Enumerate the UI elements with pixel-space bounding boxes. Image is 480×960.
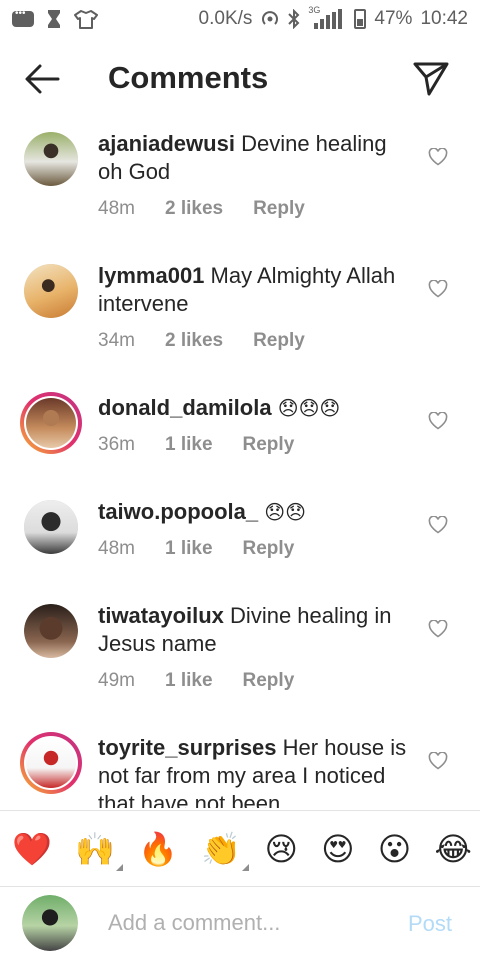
heart-emoji-button[interactable]: ❤️ bbox=[12, 833, 52, 865]
crying-emoji-button[interactable]: 😢 bbox=[265, 833, 298, 865]
heart-icon[interactable] bbox=[428, 752, 448, 770]
comment-time: 48m bbox=[98, 538, 135, 559]
heart-icon[interactable] bbox=[428, 412, 448, 430]
comment-likes[interactable]: 1 like bbox=[165, 434, 213, 456]
reply-button[interactable]: Reply bbox=[253, 198, 305, 220]
post-button[interactable]: Post bbox=[408, 911, 452, 937]
clock: 10:42 bbox=[420, 8, 468, 29]
header: Comments bbox=[0, 46, 480, 112]
reply-button[interactable]: Reply bbox=[243, 538, 295, 560]
message-notification-icon bbox=[12, 8, 34, 27]
comment-text: lymma001 May Almighty Allah intervene bbox=[98, 262, 416, 318]
bluetooth-icon bbox=[288, 9, 300, 29]
status-bar: 0.0K/s 3G 47% 10:42 bbox=[0, 0, 480, 38]
comment-text: tiwatayoilux Divine healing in Jesus nam… bbox=[98, 602, 416, 658]
comment-username[interactable]: toyrite_surprises bbox=[98, 735, 277, 760]
emoji-reaction-bar: ❤️ 🙌 🔥 👏 😢 😍 😮 😂 bbox=[0, 810, 480, 886]
skin-tone-indicator bbox=[115, 863, 123, 871]
comment-time: 34m bbox=[98, 330, 135, 351]
clapping-emoji-button[interactable]: 👏 bbox=[201, 830, 250, 871]
avatar[interactable] bbox=[24, 264, 78, 318]
comment-text: ajaniadewusi Devine healing oh God bbox=[98, 130, 416, 186]
comment-meta: 49m 1 like Reply bbox=[98, 670, 294, 692]
self-avatar bbox=[22, 895, 78, 951]
comment-time: 48m bbox=[98, 198, 135, 219]
comment-username[interactable]: tiwatayoilux bbox=[98, 603, 224, 628]
comment-text: donald_damilola 😞😞😞 bbox=[98, 394, 416, 423]
comment-time: 36m bbox=[98, 434, 135, 455]
shirt-icon bbox=[74, 10, 98, 29]
comment-likes[interactable]: 2 likes bbox=[165, 330, 223, 352]
comment-composer: Post bbox=[0, 886, 480, 960]
heart-icon[interactable] bbox=[428, 280, 448, 298]
raised-hands-emoji: 🙌 bbox=[75, 830, 115, 867]
heart-icon[interactable] bbox=[428, 516, 448, 534]
fire-emoji-button[interactable]: 🔥 bbox=[138, 833, 178, 865]
comment-text: toyrite_surprises Her house is not far f… bbox=[98, 734, 416, 808]
heart-eyes-emoji-button[interactable]: 😍 bbox=[321, 833, 354, 865]
comment-username[interactable]: donald_damilola bbox=[98, 395, 272, 420]
comment-likes[interactable]: 1 like bbox=[165, 538, 213, 560]
avatar[interactable] bbox=[24, 132, 78, 186]
comments-list[interactable]: ajaniadewusi Devine healing oh God 48m 2… bbox=[0, 124, 480, 808]
hourglass-icon bbox=[48, 10, 60, 28]
avatar-story-ring[interactable] bbox=[20, 732, 82, 794]
comment-meta: 34m 2 likes Reply bbox=[98, 330, 305, 352]
skin-tone-indicator bbox=[242, 863, 250, 871]
comment-input[interactable] bbox=[108, 905, 388, 941]
reply-button[interactable]: Reply bbox=[243, 434, 295, 456]
avatar-story-ring[interactable] bbox=[20, 392, 82, 454]
comment-time: 49m bbox=[98, 670, 135, 691]
battery-level: 47% bbox=[374, 8, 413, 29]
comment-message: 😞😞 bbox=[264, 502, 306, 524]
network-speed: 0.0K/s bbox=[198, 8, 253, 29]
comment-username[interactable]: ajaniadewusi bbox=[98, 131, 235, 156]
back-arrow-icon[interactable] bbox=[22, 62, 62, 96]
comment-likes[interactable]: 2 likes bbox=[165, 198, 223, 220]
signal-icon: 3G bbox=[308, 5, 346, 29]
avatar[interactable] bbox=[24, 500, 78, 554]
send-direct-icon[interactable] bbox=[412, 60, 450, 98]
reply-button[interactable]: Reply bbox=[243, 670, 295, 692]
comment-username[interactable]: lymma001 bbox=[98, 263, 204, 288]
avatar[interactable] bbox=[24, 604, 78, 658]
reply-button[interactable]: Reply bbox=[253, 330, 305, 352]
surprised-emoji-button[interactable]: 😮 bbox=[378, 833, 411, 865]
comment-meta: 48m 2 likes Reply bbox=[98, 198, 305, 220]
comment-meta: 48m 1 like Reply bbox=[98, 538, 294, 560]
battery-icon bbox=[354, 9, 367, 29]
comment-text: taiwo.popoola_ 😞😞 bbox=[98, 498, 416, 527]
tears-of-joy-emoji-button[interactable]: 😂 bbox=[435, 833, 472, 865]
raised-hands-emoji-button[interactable]: 🙌 bbox=[75, 830, 123, 871]
heart-icon[interactable] bbox=[428, 148, 448, 166]
comment-message: 😞😞😞 bbox=[277, 398, 341, 420]
comment-username[interactable]: taiwo.popoola_ bbox=[98, 499, 258, 524]
comment-meta: 36m 1 like Reply bbox=[98, 434, 294, 456]
page-title: Comments bbox=[108, 60, 269, 95]
clapping-emoji: 👏 bbox=[201, 830, 242, 867]
hotspot-icon bbox=[262, 11, 279, 25]
comment-likes[interactable]: 1 like bbox=[165, 670, 213, 692]
heart-icon[interactable] bbox=[428, 620, 448, 638]
